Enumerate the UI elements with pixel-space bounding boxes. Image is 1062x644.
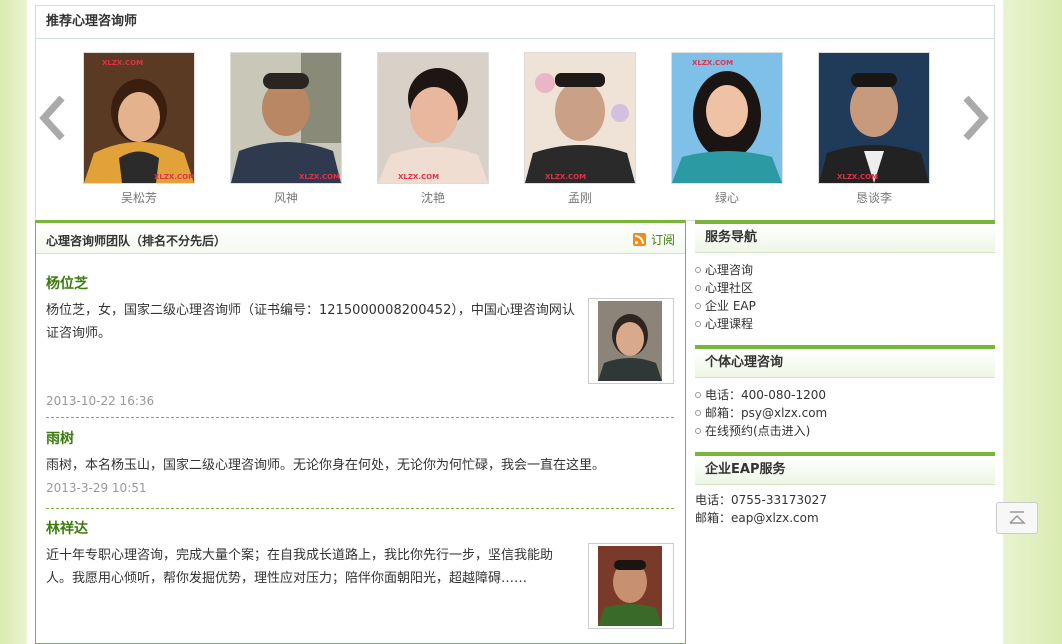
sidebar-eap: 企业EAP服务 电话：0755-33173027 邮箱：eap@xlzx.com [695,452,995,527]
next-arrow-icon[interactable] [960,94,990,142]
eap-title: 企业EAP服务 [695,456,995,485]
counselor-card[interactable]: XLZX.COM 孟刚 [524,52,636,206]
phone-item: 电话：400-080-1200 [695,386,995,404]
counselor-card[interactable]: XLZX.COM 绿心 [671,52,783,206]
entry-date: 2013-3-29 10:51 [46,481,147,495]
nav-item[interactable]: 心理社区 [695,279,995,297]
entry-text: 雨树，本名杨玉山，国家二级心理咨询师。无论你身在何处，无论你为何忙碌，我会一直在… [46,458,606,473]
counselor-card[interactable]: XLZX.COM 风神 [230,52,342,206]
counselor-photo[interactable]: XLZX.COM [671,52,783,184]
eap-phone: 电话：0755-33173027 [695,493,827,507]
service-nav-box: 服务导航 心理咨询 心理社区 企业 EAP 心理课程 [695,220,995,333]
team-entry: 林祥达 近十年专职心理咨询，完成大量个案；在自我成长道路上，我比你先行一步，坚信… [46,518,674,629]
team-title: 心理咨询师团队（排名不分先后） [46,234,227,248]
prev-arrow-icon[interactable] [38,94,68,142]
recommend-title: 推荐心理咨询师 [36,6,994,39]
eap-box: 企业EAP服务 电话：0755-33173027 邮箱：eap@xlzx.com [695,452,995,527]
sidebar: 服务导航 心理咨询 心理社区 企业 EAP 心理课程 [695,220,995,333]
service-nav-title: 服务导航 [695,224,995,253]
subscribe-label[interactable]: 订阅 [651,231,675,248]
divider [46,508,674,509]
entry-name[interactable]: 杨位芝 [46,273,674,293]
counselor-name[interactable]: 绿心 [671,189,783,206]
arrow-up-icon[interactable] [997,503,1037,533]
counselor-name[interactable]: 孟刚 [524,189,636,206]
counselor-photo[interactable]: XLZX.COM XLZX.COM [83,52,195,184]
rss-icon[interactable] [632,233,646,246]
nav-item[interactable]: 企业 EAP [695,297,995,315]
counselor-photo[interactable]: XLZX.COM [818,52,930,184]
team-entry: 杨位芝 杨位芝，女，国家二级心理咨询师（证书编号：121500000820045… [46,273,674,408]
team-header: 心理咨询师团队（排名不分先后） 订阅 [36,223,685,254]
counselor-card[interactable]: XLZX.COM 恳谈李 [818,52,930,206]
entry-photo[interactable] [588,298,674,384]
counselor-card[interactable]: XLZX.COM XLZX.COM 吴松芳 [83,52,195,206]
entry-name[interactable]: 林祥达 [46,518,674,538]
counselor-name[interactable]: 吴松芳 [83,189,195,206]
subscribe-link[interactable]: 订阅 [632,231,675,248]
team-panel: 心理咨询师团队（排名不分先后） 订阅 杨位芝 杨位芝，女，国家二级心理咨询师（证… [35,220,686,644]
counselor-name[interactable]: 风神 [230,189,342,206]
team-entry: 雨树 雨树，本名杨玉山，国家二级心理咨询师。无论你身在何处，无论你为何忙碌，我会… [46,428,674,495]
divider [46,417,674,418]
counselor-photo[interactable]: XLZX.COM [230,52,342,184]
recommend-panel: 推荐心理咨询师 XLZX.COM XLZX.COM 吴松芳 XLZX.COM 风… [35,5,995,221]
counselor-photo[interactable]: XLZX.COM [377,52,489,184]
entry-text: 杨位芝，女，国家二级心理咨询师（证书编号：1215000008200452），中… [46,303,575,341]
service-nav-list: 心理咨询 心理社区 企业 EAP 心理课程 [695,253,995,333]
back-to-top-button[interactable] [996,502,1038,534]
eap-email[interactable]: 邮箱：eap@xlzx.com [695,509,995,527]
entry-date: 2013-10-22 16:36 [46,394,155,408]
personal-box: 个体心理咨询 电话：400-080-1200 邮箱：psy@xlzx.com 在… [695,345,995,440]
counselor-name[interactable]: 恳谈李 [818,189,930,206]
counselor-photo[interactable]: XLZX.COM [524,52,636,184]
nav-item[interactable]: 心理课程 [695,315,995,333]
email-item[interactable]: 邮箱：psy@xlzx.com [695,404,995,422]
booking-link[interactable]: 在线预约(点击进入) [695,422,995,440]
personal-list: 电话：400-080-1200 邮箱：psy@xlzx.com 在线预约(点击进… [695,378,995,440]
entry-photo[interactable] [588,543,674,629]
entry-text: 近十年专职心理咨询，完成大量个案；在自我成长道路上，我比你先行一步，坚信我能助人… [46,548,554,586]
page-container: 推荐心理咨询师 XLZX.COM XLZX.COM 吴松芳 XLZX.COM 风… [27,0,1002,644]
counselor-name[interactable]: 沈艳 [377,189,489,206]
personal-title: 个体心理咨询 [695,349,995,378]
nav-item[interactable]: 心理咨询 [695,261,995,279]
sidebar-personal: 个体心理咨询 电话：400-080-1200 邮箱：psy@xlzx.com 在… [695,345,995,440]
entry-name[interactable]: 雨树 [46,428,674,448]
counselor-card[interactable]: XLZX.COM 沈艳 [377,52,489,206]
